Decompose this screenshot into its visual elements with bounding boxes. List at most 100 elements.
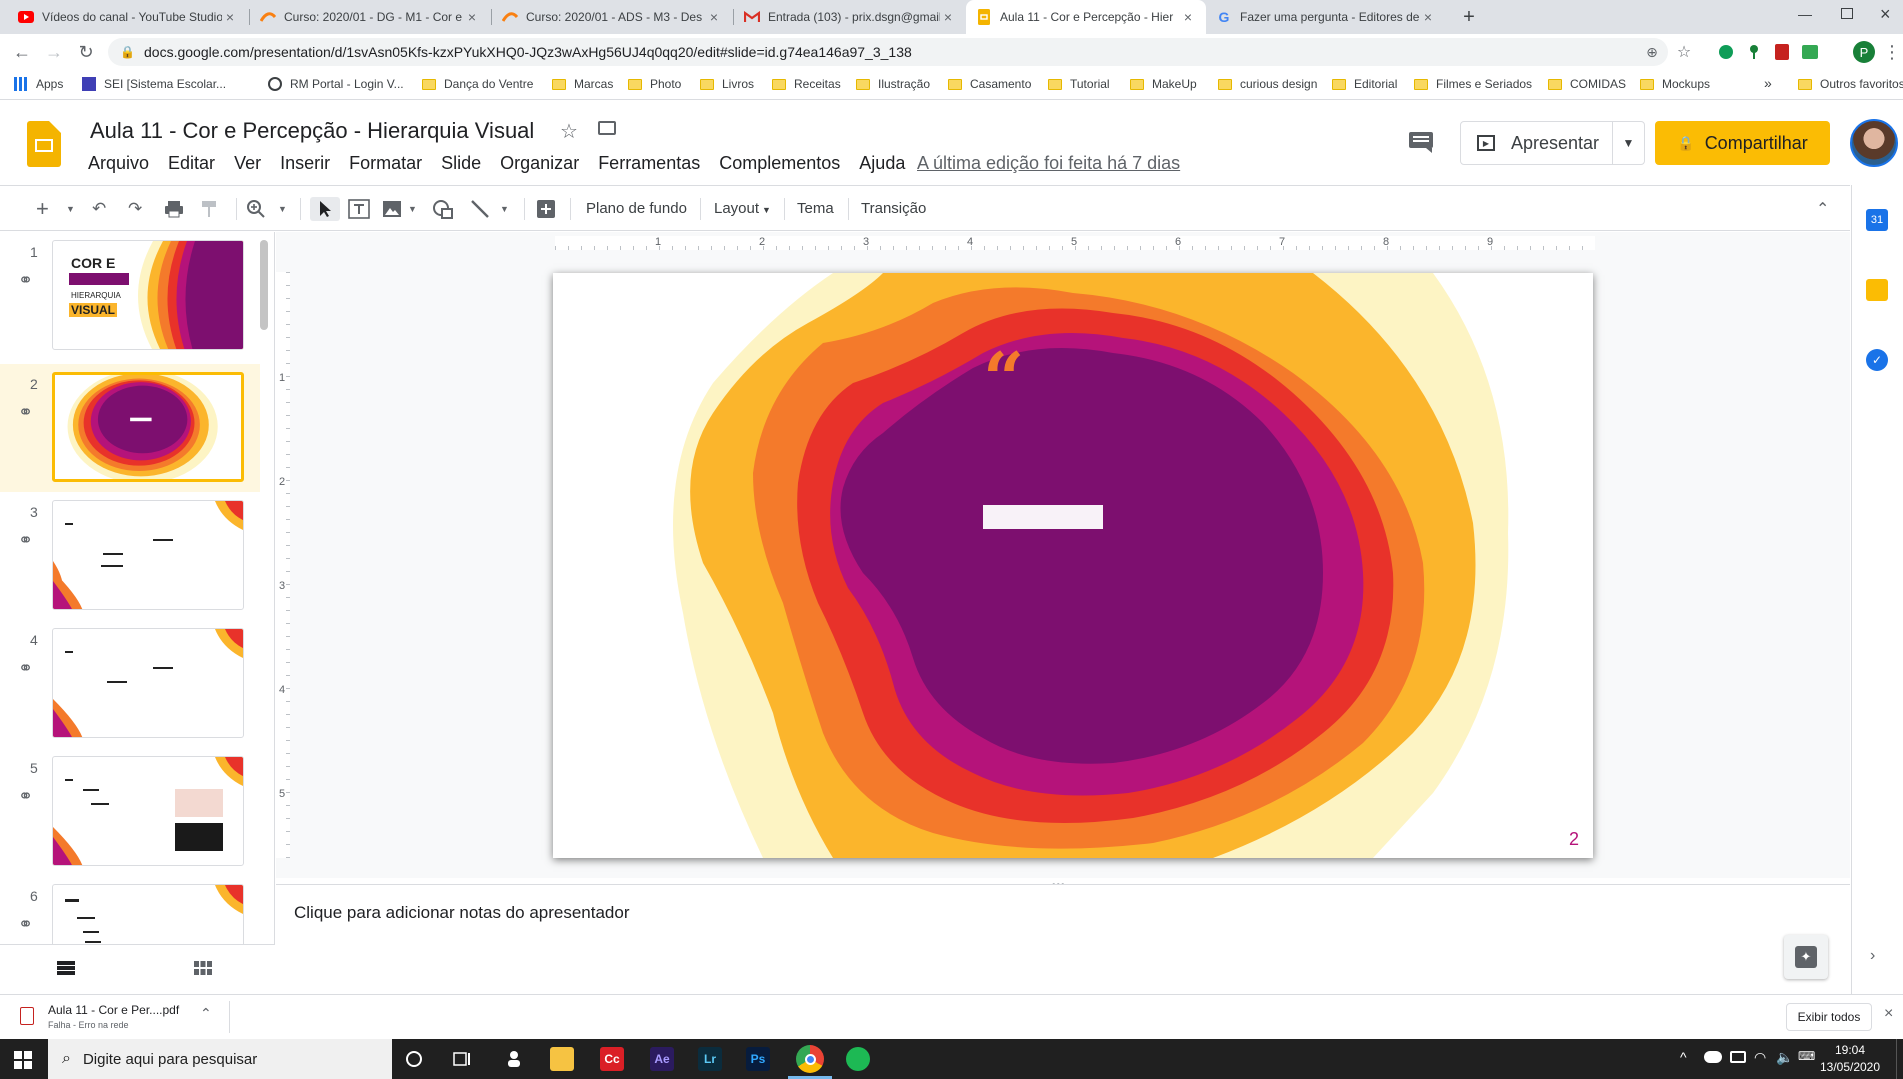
bookmark-receitas[interactable]: Receitas [772,77,841,91]
slide-thumbnail[interactable] [52,372,244,482]
filmstrip-view-icon[interactable] [57,961,75,980]
theme-button[interactable]: Tema [797,200,834,217]
layout-button[interactable]: Layout ▼ [714,200,771,217]
bookmark-marcas[interactable]: Marcas [552,77,613,91]
clock-date[interactable]: 13/05/2020 [1814,1060,1886,1074]
close-icon[interactable]: × [464,9,480,25]
spotify-icon[interactable] [846,1047,870,1071]
menu-arquivo[interactable]: Arquivo [88,153,149,174]
forward-icon[interactable]: → [42,40,66,64]
slide-thumbnail-row[interactable]: 3 ⚭ [0,492,260,620]
slide-thumbnail[interactable] [52,884,244,944]
download-filename[interactable]: Aula 11 - Cor e Per....pdf [48,1003,179,1017]
menu-complementos[interactable]: Complementos [719,153,840,174]
address-bar[interactable]: 🔒 docs.google.com/presentation/d/1svAsn0… [108,38,1668,66]
bookmark-photo[interactable]: Photo [628,77,681,91]
transition-button[interactable]: Transição [861,200,926,217]
horizontal-ruler[interactable]: 1 2 3 4 5 6 7 8 9 [555,236,1595,250]
filmstrip-scrollbar[interactable] [260,240,268,330]
undo-icon[interactable]: ↶ [92,197,106,221]
menu-ver[interactable]: Ver [234,153,261,174]
move-folder-icon[interactable] [598,121,616,135]
speaker-notes[interactable]: Clique para adicionar notas do apresenta… [276,884,1850,992]
battery-icon[interactable] [1730,1051,1746,1063]
tab-curso-ads[interactable]: Curso: 2020/01 - ADS - M3 - Des × [492,0,732,34]
tab-youtube-studio[interactable]: Vídeos do canal - YouTube Studio × [8,0,248,34]
close-icon[interactable]: × [222,9,238,25]
close-icon[interactable]: × [1180,9,1196,25]
keyboard-layout-icon[interactable]: ⌨ [1798,1049,1815,1063]
slide-thumbnail-row[interactable]: 1 ⚭ COR E HIERARQUIA VISUAL [0,232,260,360]
bookmark-filmes[interactable]: Filmes e Seriados [1414,77,1532,91]
redo-icon[interactable]: ↷ [128,197,142,221]
background-button[interactable]: Plano de fundo [586,200,687,217]
new-slide-icon[interactable]: + [36,196,49,221]
tab-google-support[interactable]: G Fazer uma pergunta - Editores de × [1206,0,1446,34]
slide-thumbnail-row[interactable]: 4 ⚭ [0,620,260,748]
expand-panel-icon[interactable]: › [1870,947,1875,965]
menu-ferramentas[interactable]: Ferramentas [598,153,700,174]
bookmark-tutorial[interactable]: Tutorial [1048,77,1110,91]
slide-canvas[interactable]: “ 2 [553,273,1593,858]
explore-button[interactable]: ✦ [1784,935,1828,979]
slide-thumbnail-row-selected[interactable]: 2 ⚭ [0,364,260,492]
clock-time[interactable]: 19:04 [1820,1043,1880,1057]
shape-icon[interactable] [432,197,454,221]
menu-organizar[interactable]: Organizar [500,153,579,174]
bookmark-mockups[interactable]: Mockups [1640,77,1710,91]
calendar-icon[interactable]: 31 [1866,209,1888,231]
pdf-extension-icon[interactable] [1770,40,1794,64]
paint-format-icon[interactable] [200,197,218,221]
tab-gmail[interactable]: Entrada (103) - prix.dsgn@gmail × [734,0,966,34]
bookmark-editorial[interactable]: Editorial [1332,77,1397,91]
bookmark-ilustracao[interactable]: Ilustração [856,77,930,91]
collapse-toolbar-icon[interactable]: ⌃ [1816,197,1829,221]
close-icon[interactable]: × [940,9,956,25]
file-explorer-icon[interactable] [550,1047,574,1071]
tasks-icon[interactable]: ✓ [1866,349,1888,371]
last-edit-link[interactable]: A última edição foi feita há 7 dias [917,153,1180,174]
line-dropdown-icon[interactable]: ▼ [500,197,509,221]
cortana-icon[interactable] [402,1047,426,1071]
download-extension-icon[interactable] [1798,40,1822,64]
bookmark-comidas[interactable]: COMIDAS [1548,77,1626,91]
extension-pin-icon[interactable] [1742,40,1766,64]
slide-thumbnail-row[interactable]: 6 ⚭ [0,876,260,944]
star-icon[interactable]: ☆ [560,119,578,144]
tray-overflow-icon[interactable]: ^ [1680,1049,1687,1065]
menu-slide[interactable]: Slide [441,153,481,174]
tab-curso-dg[interactable]: Curso: 2020/01 - DG - M1 - Cor e × [250,0,490,34]
bookmark-star-icon[interactable]: ☆ [1672,40,1696,64]
show-desktop-button[interactable] [1896,1039,1897,1079]
document-title[interactable]: Aula 11 - Cor e Percepção - Hierarquia V… [90,118,534,144]
bookmark-rm-portal[interactable]: RM Portal - Login V... [268,77,404,91]
bookmark-other[interactable]: Outros favoritos [1798,77,1903,91]
bookmark-danca[interactable]: Dança do Ventre [422,77,533,91]
download-options-icon[interactable]: ⌃ [200,1005,212,1022]
grid-view-icon[interactable] [194,961,212,980]
windows-start-icon[interactable] [14,1051,32,1074]
back-icon[interactable]: ← [10,40,34,64]
close-icon[interactable]: × [706,9,722,25]
chrome-menu-icon[interactable]: ⋮ [1880,40,1903,64]
close-window-icon[interactable]: × [1880,4,1891,25]
task-view-icon[interactable] [450,1047,474,1071]
zoom-dropdown-icon[interactable]: ▼ [278,197,287,221]
line-icon[interactable] [470,197,490,221]
extension-icon[interactable] [1714,40,1738,64]
slide-thumbnail[interactable] [52,628,244,738]
bookmark-curious-design[interactable]: curious design [1218,77,1317,91]
lightroom-icon[interactable]: Lr [698,1047,722,1071]
taskbar-search-box[interactable]: ⌕ Digite aqui para pesquisar [48,1039,392,1079]
menu-formatar[interactable]: Formatar [349,153,422,174]
bookmark-livros[interactable]: Livros [700,77,754,91]
user-avatar[interactable] [1850,119,1898,167]
people-icon[interactable] [502,1047,526,1071]
volume-icon[interactable]: 🔈 [1776,1049,1793,1066]
close-downloads-icon[interactable]: × [1884,1005,1893,1023]
image-icon[interactable] [382,197,402,221]
bookmark-apps[interactable]: Apps [14,77,63,91]
present-button[interactable]: ▶ Apresentar ▼ [1460,121,1645,165]
slide-thumbnail-row[interactable]: 5 ⚭ [0,748,260,876]
zoom-icon[interactable] [246,197,266,221]
